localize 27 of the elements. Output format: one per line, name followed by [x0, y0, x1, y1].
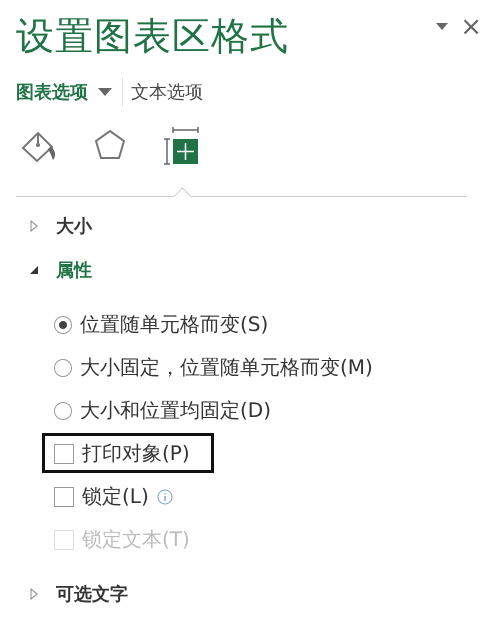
option-label: 大小固定，位置随单元格而变(M) [80, 354, 373, 381]
checkbox[interactable] [54, 486, 74, 506]
option-label: 打印对象(P) [82, 440, 190, 467]
pane-title: 设置图表区格式 [16, 13, 289, 60]
info-icon[interactable] [156, 488, 173, 504]
expanded-triangle-icon [28, 264, 40, 276]
option-label: 位置随单元格而变(S) [80, 311, 268, 338]
option-label: 锁定(L) [82, 483, 149, 510]
collapsed-triangle-icon [28, 588, 40, 600]
close-button[interactable]: × [460, 14, 482, 40]
tab[interactable]: 图表选项 [16, 80, 122, 104]
tab[interactable]: 文本选项 [131, 80, 213, 104]
size-properties-icon[interactable] [162, 126, 202, 166]
option-label: 锁定文本(T) [82, 526, 190, 553]
radio-button[interactable] [54, 358, 72, 376]
option-label: 大小和位置均固定(D) [80, 397, 272, 424]
section-title: 大小 [56, 215, 92, 238]
caret-icon[interactable] [436, 23, 448, 31]
checkbox[interactable] [54, 444, 74, 464]
section-header[interactable]: 属性 [16, 255, 92, 285]
collapsed-triangle-icon [28, 220, 40, 232]
section-header[interactable]: 可选文字 [16, 579, 128, 609]
radio-button[interactable] [54, 402, 72, 420]
radio-button[interactable] [54, 316, 72, 334]
section-title: 可选文字 [56, 583, 128, 606]
section-header[interactable]: 大小 [16, 211, 92, 241]
section-title: 属性 [56, 259, 92, 282]
